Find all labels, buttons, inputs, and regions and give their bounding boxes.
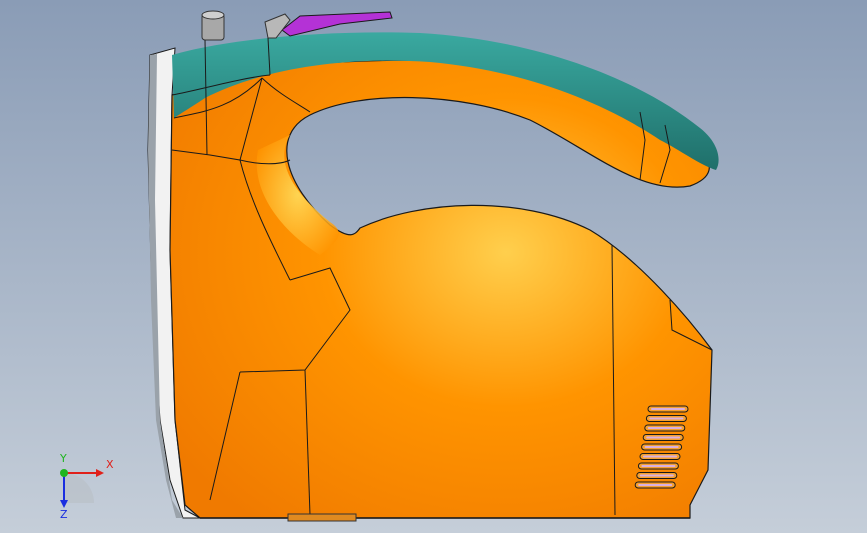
- z-axis-label: Z: [60, 508, 68, 518]
- vent-slot-inner: [647, 427, 682, 429]
- y-axis-dot: [60, 469, 68, 477]
- vent-slot-inner: [651, 408, 685, 410]
- x-axis-label: X: [106, 458, 114, 471]
- vent-slot-inner: [644, 446, 679, 448]
- z-axis-arrowhead: [60, 500, 68, 508]
- vent-slot-inner: [643, 455, 677, 458]
- vent-slot-inner: [641, 465, 676, 467]
- y-axis-label: Y: [59, 452, 67, 465]
- x-axis-arrowhead: [96, 469, 104, 477]
- model-scene[interactable]: [0, 0, 867, 533]
- control-knob-top: [201, 10, 225, 20]
- vent-slot-inner: [646, 436, 681, 439]
- base-foot: [287, 513, 357, 522]
- cad-3d-viewport[interactable]: X Y Z: [0, 0, 867, 533]
- axis-triad: X Y Z: [44, 448, 114, 521]
- vent-slot-inner: [639, 474, 674, 477]
- vent-slot-inner: [649, 417, 684, 420]
- vent-slot-inner: [638, 484, 673, 486]
- triad-quadrant: [64, 473, 94, 503]
